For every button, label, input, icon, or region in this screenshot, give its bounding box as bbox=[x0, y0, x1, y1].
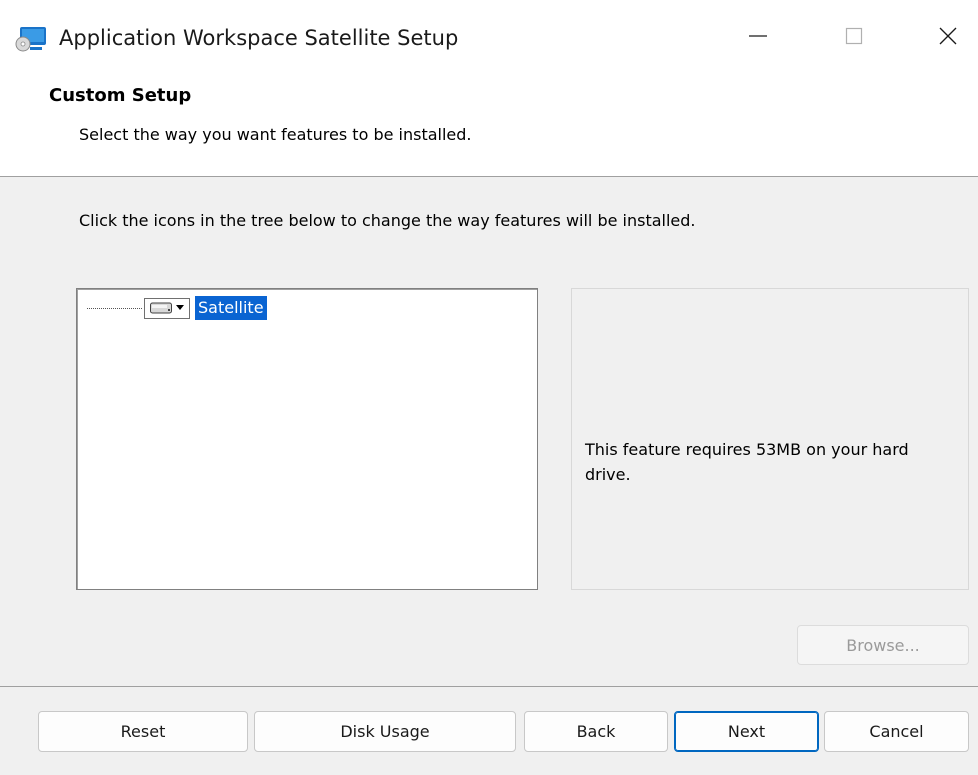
back-button[interactable]: Back bbox=[524, 711, 668, 752]
tree-connector bbox=[87, 307, 142, 309]
disk-usage-button[interactable]: Disk Usage bbox=[254, 711, 516, 752]
browse-button[interactable]: Browse... bbox=[797, 625, 969, 665]
maximize-icon bbox=[845, 27, 863, 45]
tree-item-satellite[interactable]: Satellite bbox=[87, 295, 267, 321]
next-button[interactable]: Next bbox=[674, 711, 819, 752]
close-button[interactable] bbox=[912, 10, 978, 62]
page-subtitle: Select the way you want features to be i… bbox=[79, 125, 472, 144]
chevron-down-icon bbox=[176, 305, 184, 310]
feature-state-dropdown[interactable] bbox=[144, 297, 190, 319]
maximize-button[interactable] bbox=[818, 10, 890, 62]
tree-item-label[interactable]: Satellite bbox=[195, 296, 267, 320]
window-title: Application Workspace Satellite Setup bbox=[59, 26, 459, 50]
close-icon bbox=[939, 27, 957, 45]
minimize-button[interactable] bbox=[722, 10, 794, 62]
title-bar: Application Workspace Satellite Setup bbox=[0, 0, 978, 80]
reset-button[interactable]: Reset bbox=[38, 711, 248, 752]
header-banner: Custom Setup Select the way you want fea… bbox=[0, 80, 978, 177]
cancel-button[interactable]: Cancel bbox=[824, 711, 969, 752]
feature-description-panel: This feature requires 53MB on your hard … bbox=[571, 288, 969, 590]
feature-description: This feature requires 53MB on your hard … bbox=[585, 440, 909, 484]
page-title: Custom Setup bbox=[49, 85, 192, 106]
minimize-icon bbox=[749, 35, 767, 37]
hard-drive-icon bbox=[150, 302, 172, 314]
instruction-text: Click the icons in the tree below to cha… bbox=[79, 211, 696, 230]
feature-tree[interactable]: Satellite bbox=[76, 288, 538, 590]
installer-app-icon bbox=[15, 27, 46, 52]
footer-divider bbox=[0, 686, 978, 687]
